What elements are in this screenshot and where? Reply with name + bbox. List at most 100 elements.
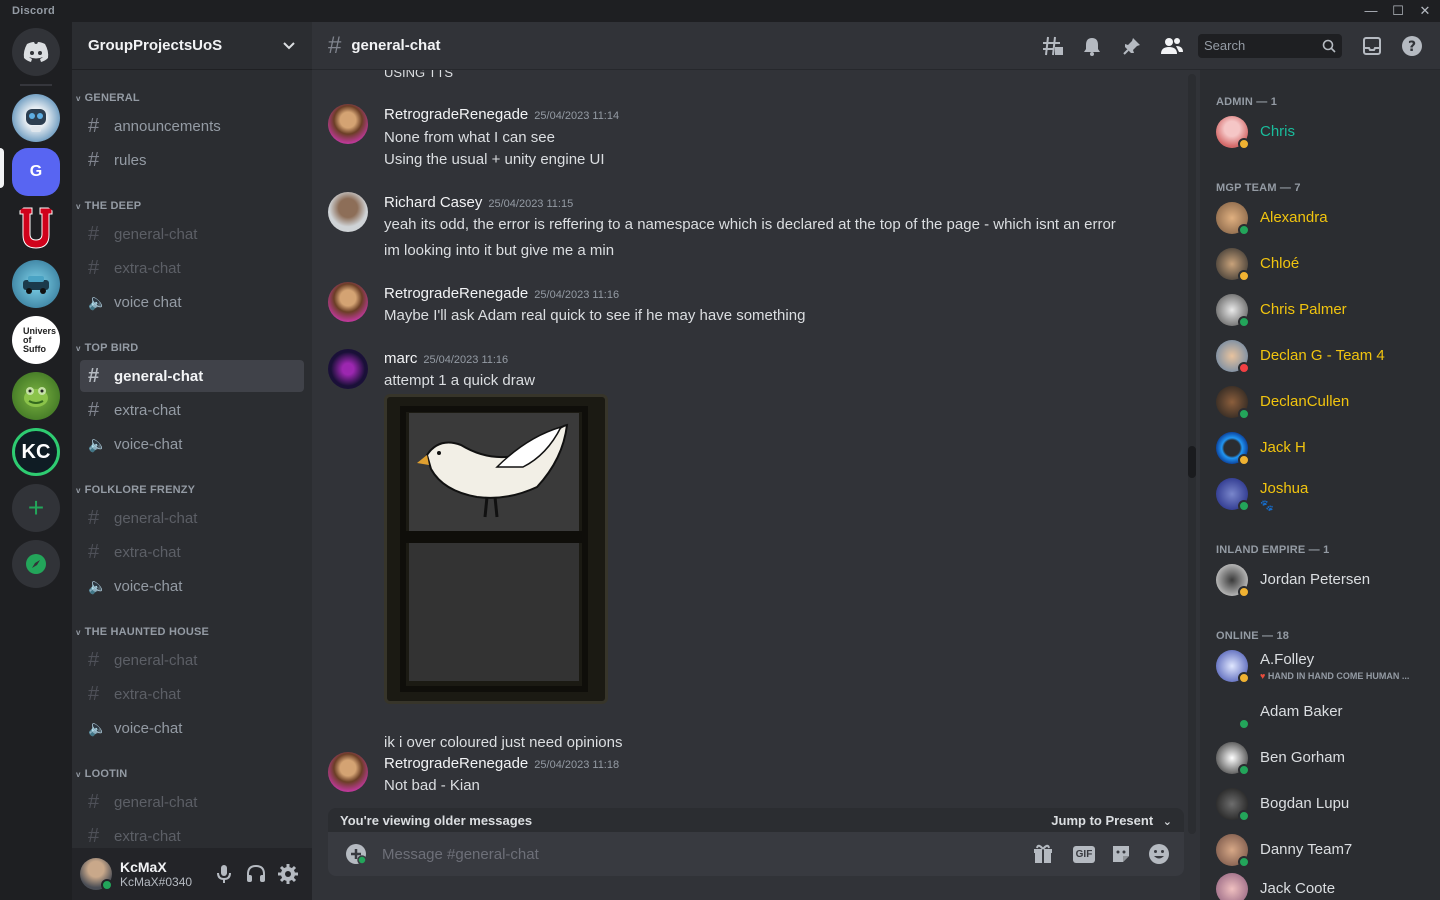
server-university[interactable]: Univers of Suffo (12, 316, 60, 364)
member-item[interactable]: Bogdan Lupu (1216, 783, 1436, 825)
member-list-icon[interactable] (1160, 34, 1184, 58)
scrollbar-thumb[interactable] (1188, 446, 1196, 478)
category-haunted-house[interactable]: v THE HAUNTED HOUSE (76, 626, 209, 638)
add-attachment-button[interactable] (344, 842, 368, 866)
avatar[interactable] (328, 192, 368, 232)
threads-icon[interactable] (1040, 34, 1064, 58)
member-item[interactable]: Jack H (1216, 427, 1436, 469)
minimize-icon[interactable]: — (1358, 2, 1384, 20)
channel-extra-chat[interactable]: # extra-chat (80, 394, 304, 426)
category-folklore-frenzy[interactable]: v FOLKLORE FRENZY (76, 484, 195, 496)
university-label: Univers of Suffo (23, 325, 57, 354)
microphone-icon[interactable] (212, 862, 236, 886)
category-top-bird[interactable]: v TOP BIRD (76, 342, 138, 354)
emoji-icon[interactable] (1146, 842, 1172, 866)
member-item[interactable]: Declan G - Team 4 (1216, 335, 1436, 377)
discord-logo-icon (23, 42, 49, 62)
channel-extra-chat[interactable]: # extra-chat (80, 678, 304, 710)
close-icon[interactable]: ✕ (1412, 2, 1438, 20)
member-item[interactable]: Chris Palmer (1216, 289, 1436, 331)
gif-button[interactable]: GIF (1070, 842, 1098, 866)
channel-label: voice chat (114, 293, 182, 311)
role-header-admin: ADMIN — 1 (1216, 96, 1278, 108)
channel-general-chat[interactable]: # general-chat (80, 644, 304, 676)
server-header[interactable]: GroupProjectsUoS (72, 22, 312, 70)
category-lootin[interactable]: v LOOTIN (76, 768, 127, 780)
member-item[interactable]: Chloé (1216, 243, 1436, 285)
avatar[interactable] (328, 104, 368, 144)
category-label: FOLKLORE FRENZY (84, 484, 196, 496)
channel-label: general-chat (114, 793, 198, 811)
message-timestamp: 25/04/2023 11:16 (423, 354, 509, 366)
bell-icon[interactable] (1080, 34, 1104, 58)
bird-drawing-icon (400, 406, 588, 692)
role-header-inland-empire: INLAND EMPIRE — 1 (1216, 544, 1330, 556)
member-item[interactable]: Adam Baker (1216, 691, 1436, 733)
channel-general-chat-active[interactable]: # general-chat (80, 360, 304, 392)
channel-general-chat[interactable]: # general-chat (80, 786, 304, 818)
home-button[interactable] (12, 28, 60, 76)
help-icon[interactable]: ? (1400, 34, 1424, 58)
status-dnd-icon (1238, 362, 1250, 374)
pin-icon[interactable] (1120, 34, 1144, 58)
member-item[interactable]: Joshua 🐾 (1216, 473, 1436, 515)
avatar[interactable] (80, 858, 113, 891)
server-robot[interactable] (12, 94, 60, 142)
channel-extra-chat[interactable]: # extra-chat (80, 252, 304, 284)
channel-general-chat[interactable]: # general-chat (80, 502, 304, 534)
member-item[interactable]: Alexandra (1216, 197, 1436, 239)
attachment-image[interactable] (384, 394, 608, 704)
channel-announcements[interactable]: # announcements (80, 110, 304, 142)
member-name: Chris (1260, 123, 1296, 140)
member-item[interactable]: A.Folley ♥ HAND IN HAND COME HUMAN ... (1216, 645, 1436, 687)
message-author[interactable]: marc 25/04/2023 11:16 (384, 350, 508, 367)
server-kc[interactable]: KC (12, 428, 60, 476)
channel-general-chat[interactable]: # general-chat (80, 218, 304, 250)
channel-voice-chat[interactable]: 🔈 voice chat (80, 286, 304, 318)
message-author[interactable]: Richard Casey 25/04/2023 11:15 (384, 194, 573, 211)
server-u[interactable] (12, 204, 60, 252)
headphones-icon[interactable] (244, 862, 268, 886)
message-author[interactable]: RetrogradeRenegade 25/04/2023 11:18 (384, 755, 619, 772)
avatar[interactable] (328, 752, 368, 792)
add-server-button[interactable]: + (12, 484, 60, 532)
message-input[interactable]: Message #general-chat (382, 846, 539, 863)
status-idle-icon (1238, 270, 1250, 282)
server-vehicle[interactable] (12, 260, 60, 308)
server-frog[interactable] (12, 372, 60, 420)
gear-icon[interactable] (276, 862, 300, 886)
member-item[interactable]: DeclanCullen (1216, 381, 1436, 423)
message-text: Using the usual + unity engine UI (384, 151, 605, 168)
member-item[interactable]: Jack Coote (1216, 868, 1436, 900)
gift-icon[interactable] (1030, 842, 1056, 866)
channel-rules[interactable]: # rules (80, 144, 304, 176)
server-rail: G Univers of Suffo KC + (0, 22, 72, 900)
inbox-icon[interactable] (1360, 34, 1384, 58)
channel-voice-chat[interactable]: 🔈 voice-chat (80, 428, 304, 460)
message-timestamp: 25/04/2023 11:14 (534, 110, 620, 122)
maximize-icon[interactable]: ☐ (1385, 2, 1411, 20)
jump-to-present-button[interactable]: Jump to Present ⌄ (1051, 813, 1172, 828)
message-author[interactable]: RetrogradeRenegade 25/04/2023 11:14 (384, 106, 619, 123)
category-the-deep[interactable]: v THE DEEP (76, 200, 141, 212)
member-item[interactable]: Chris (1216, 111, 1436, 153)
hash-icon: # (328, 31, 342, 59)
status-online-icon (1238, 810, 1250, 822)
search-input[interactable]: Search (1198, 34, 1342, 58)
server-groupprojects[interactable]: G (12, 148, 60, 196)
hash-icon: # (88, 222, 100, 245)
sticker-icon[interactable] (1108, 842, 1134, 866)
channel-voice-chat[interactable]: 🔈 voice-chat (80, 712, 304, 744)
avatar[interactable] (328, 282, 368, 322)
explore-servers-button[interactable] (12, 540, 60, 588)
category-general[interactable]: v GENERAL (76, 92, 140, 104)
channel-extra-chat[interactable]: # extra-chat (80, 536, 304, 568)
channel-voice-chat[interactable]: 🔈 voice-chat (80, 570, 304, 602)
message-author[interactable]: RetrogradeRenegade 25/04/2023 11:16 (384, 285, 619, 302)
member-item[interactable]: Danny Team7 (1216, 829, 1436, 871)
user-info[interactable]: KcMaX KcMaX#0340 (120, 859, 220, 889)
member-item[interactable]: Jordan Petersen (1216, 559, 1436, 601)
channel-label: voice-chat (114, 435, 183, 453)
avatar[interactable] (328, 349, 368, 389)
member-item[interactable]: Ben Gorham (1216, 737, 1436, 779)
